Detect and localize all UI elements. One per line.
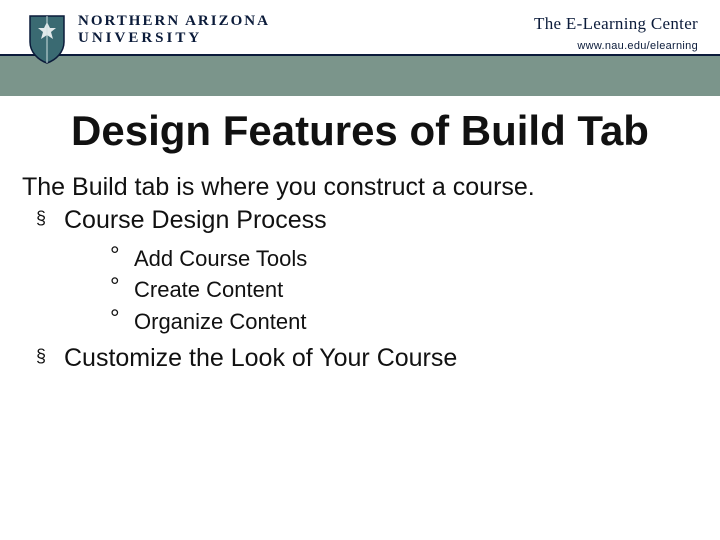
sub-list: Add Course Tools Create Content Organize… xyxy=(64,245,694,336)
list-item: Customize the Look of Your Course xyxy=(36,343,694,374)
slide: NORTHERN ARIZONA UNIVERSITY The E-Learni… xyxy=(0,0,720,540)
university-logo: NORTHERN ARIZONA UNIVERSITY xyxy=(26,14,270,64)
bullet-label: Course Design Process xyxy=(64,206,327,234)
list-item: Add Course Tools xyxy=(110,245,694,273)
university-name: NORTHERN ARIZONA UNIVERSITY xyxy=(78,14,270,46)
center-name: The E-Learning Center xyxy=(534,14,698,34)
center-info: The E-Learning Center www.nau.edu/elearn… xyxy=(534,14,698,52)
shield-icon xyxy=(26,14,68,64)
sub-label: Create Content xyxy=(134,277,283,302)
bullet-list: Course Design Process Add Course Tools C… xyxy=(22,205,694,374)
sub-label: Add Course Tools xyxy=(134,246,307,271)
list-item: Course Design Process Add Course Tools C… xyxy=(36,205,694,335)
bullet-label: Customize the Look of Your Course xyxy=(64,344,457,372)
center-url: www.nau.edu/elearning xyxy=(534,40,698,52)
org-line2: UNIVERSITY xyxy=(78,31,270,46)
list-item: Organize Content xyxy=(110,308,694,336)
sub-label: Organize Content xyxy=(134,309,306,334)
intro-text: The Build tab is where you construct a c… xyxy=(22,172,694,203)
slide-body: The Build tab is where you construct a c… xyxy=(0,154,720,374)
slide-header: NORTHERN ARIZONA UNIVERSITY The E-Learni… xyxy=(0,0,720,96)
list-item: Create Content xyxy=(110,276,694,304)
org-line1: NORTHERN ARIZONA xyxy=(78,14,270,29)
slide-title: Design Features of Build Tab xyxy=(0,108,720,154)
